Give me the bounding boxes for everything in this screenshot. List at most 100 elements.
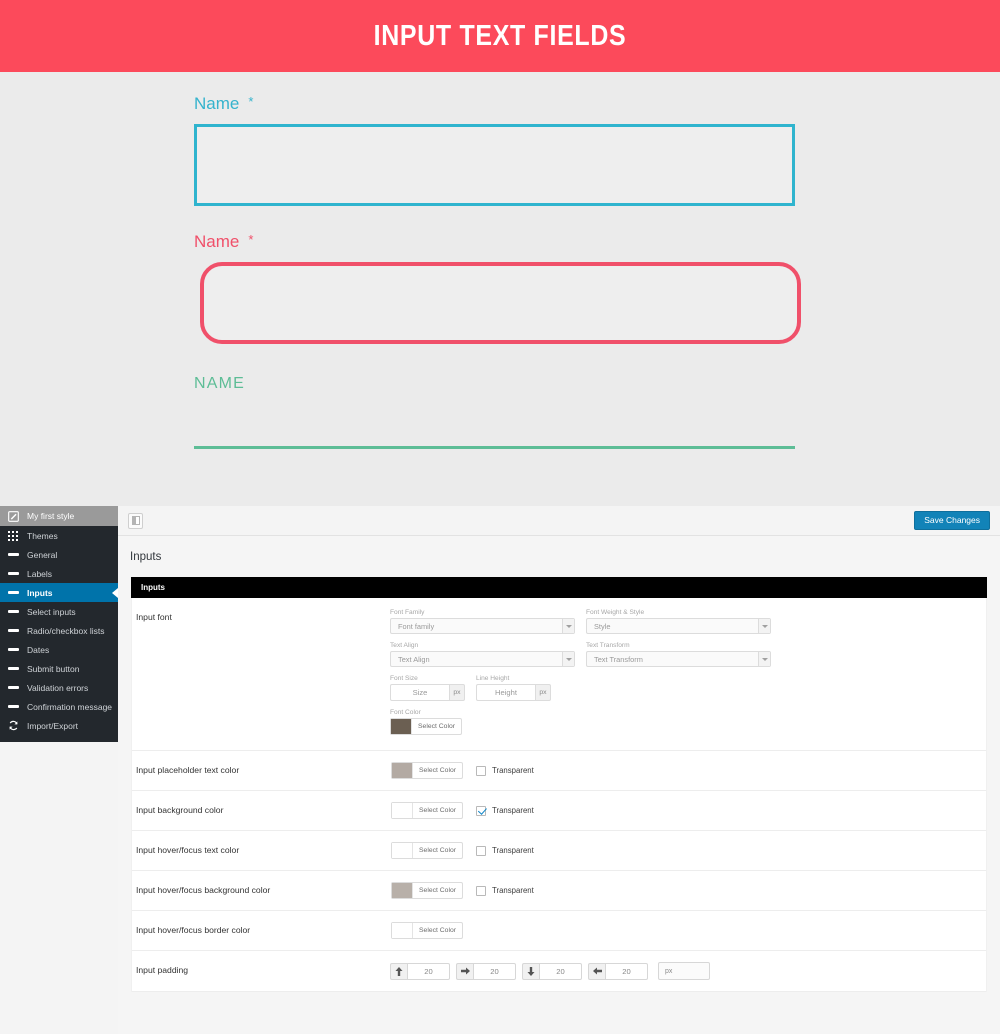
arrow-down-icon <box>522 962 539 980</box>
name-input-cyan[interactable] <box>194 124 795 206</box>
setting-row-input-font: Input font Font Family Font family Text … <box>132 598 986 751</box>
select-color-label: Select Color <box>411 719 461 734</box>
transparent-checkbox[interactable] <box>476 845 487 856</box>
color-swatch <box>392 843 412 858</box>
sidebar-item-themes[interactable]: Themes <box>0 526 118 545</box>
padding-top-input[interactable]: 20 <box>407 962 450 980</box>
sidebar-item-select-inputs[interactable]: Select inputs <box>0 602 118 621</box>
font-family-select[interactable]: Font family <box>390 618 575 634</box>
color-picker-button[interactable]: Select Color <box>391 802 464 819</box>
line-height-input[interactable]: Height <box>476 684 536 701</box>
color-picker-button[interactable]: Select Color <box>391 922 464 939</box>
font-size-input[interactable]: Size <box>390 684 450 701</box>
admin-panel: My first style Themes General Labels Inp… <box>0 506 1000 1034</box>
dash-icon <box>6 548 20 562</box>
sidebar-item-import-export[interactable]: Import/Export <box>0 716 118 735</box>
setting-label: Input background color <box>136 805 224 815</box>
setting-label: Input hover/focus text color <box>136 845 240 855</box>
admin-content: Save Changes Inputs Inputs Input font Fo… <box>118 506 1000 1034</box>
panel-toggle-glyph <box>131 516 140 525</box>
setting-row-input-padding: Input padding 20 20 20 20 px <box>132 951 986 992</box>
transparent-label: Transparent <box>492 846 534 855</box>
setting-control-group: Select Color Transparent <box>390 842 986 859</box>
sidebar-item-label: Submit button <box>27 663 80 674</box>
name-input-green[interactable] <box>194 403 795 449</box>
text-transform-select[interactable]: Text Transform <box>586 651 771 667</box>
save-changes-button[interactable]: Save Changes <box>914 511 990 530</box>
setting-row-placeholder-text-color: Input placeholder text color Select Colo… <box>132 751 986 791</box>
setting-row-background-color: Input background color Select Color Tran… <box>132 791 986 831</box>
setting-control-group: Font Family Font family Text Align Text … <box>390 609 986 739</box>
sidebar-item-radio-checkbox-lists[interactable]: Radio/checkbox lists <box>0 621 118 640</box>
font-weight-value: Style <box>594 621 611 631</box>
dash-icon <box>6 643 20 657</box>
page-heading: Inputs <box>130 551 162 563</box>
color-picker-button[interactable]: Select Color <box>391 842 464 859</box>
field-group-name-green: NAME <box>180 353 808 459</box>
setting-control-group: Select Color Transparent <box>390 802 986 819</box>
padding-right-input[interactable]: 20 <box>473 962 516 980</box>
padding-right-group: 20 <box>456 962 516 980</box>
line-height-label: Line Height <box>476 675 510 682</box>
sidebar-item-label: Import/Export <box>27 720 79 731</box>
padding-unit-select[interactable]: px <box>658 962 710 980</box>
pencil-square-icon <box>6 509 20 523</box>
sidebar-item-label: Radio/checkbox lists <box>27 625 105 636</box>
dash-icon <box>6 586 20 600</box>
color-picker-button[interactable]: Select Color <box>391 882 464 899</box>
padding-left-input[interactable]: 20 <box>605 962 648 980</box>
setting-label: Input hover/focus background color <box>136 885 271 895</box>
sidebar-item-general[interactable]: General <box>0 545 118 564</box>
sidebar-item-label: Dates <box>27 644 50 655</box>
setting-control-group: Select Color Transparent <box>390 882 986 899</box>
text-transform-label: Text Transform <box>586 642 630 649</box>
text-transform-value: Text Transform <box>594 654 643 664</box>
padding-top-group: 20 <box>390 962 450 980</box>
grid-icon <box>6 529 20 543</box>
name-input-red[interactable] <box>200 262 801 344</box>
select-color-label: Select Color <box>412 843 462 858</box>
setting-label: Input padding <box>136 965 189 975</box>
page-title-banner: INPUT TEXT FIELDS <box>373 19 627 52</box>
font-weight-label: Font Weight & Style <box>586 609 645 616</box>
font-size-label: Font Size <box>390 675 418 682</box>
transparent-toggle[interactable]: Transparent <box>476 765 534 776</box>
sidebar-item-confirmation-message[interactable]: Confirmation message <box>0 697 118 716</box>
text-align-select[interactable]: Text Align <box>390 651 575 667</box>
sidebar-item-validation-errors[interactable]: Validation errors <box>0 678 118 697</box>
sidebar-item-labels[interactable]: Labels <box>0 564 118 583</box>
font-color-label: Font Color <box>390 709 421 716</box>
field-label-cyan: Name * <box>194 94 253 114</box>
dash-icon <box>6 605 20 619</box>
arrow-right-icon <box>456 962 473 980</box>
padding-bottom-input[interactable]: 20 <box>539 962 582 980</box>
sidebar-header-label: My first style <box>27 511 75 521</box>
setting-label: Input font <box>136 612 172 622</box>
font-weight-select[interactable]: Style <box>586 618 771 634</box>
font-family-value: Font family <box>398 621 435 631</box>
select-color-label: Select Color <box>412 923 462 938</box>
sidebar-item-inputs[interactable]: Inputs <box>0 583 118 602</box>
color-picker-button[interactable]: Select Color <box>391 762 464 779</box>
font-color-picker[interactable]: Select Color <box>390 718 463 735</box>
transparent-checkbox[interactable] <box>476 805 487 816</box>
text-align-label: Text Align <box>390 642 419 649</box>
transparent-toggle[interactable]: Transparent <box>476 805 534 816</box>
field-label-red: Name * <box>194 232 253 252</box>
panel-toggle-icon[interactable] <box>128 512 143 529</box>
setting-row-hover-text-color: Input hover/focus text color Select Colo… <box>132 831 986 871</box>
sidebar-item-label: Confirmation message <box>27 701 113 712</box>
sidebar-item-submit-button[interactable]: Submit button <box>0 659 118 678</box>
select-color-label: Select Color <box>412 883 462 898</box>
transparent-checkbox[interactable] <box>476 765 487 776</box>
line-height-unit: px <box>536 684 551 701</box>
field-group-name-red: Name * <box>180 210 808 354</box>
sidebar-header[interactable]: My first style <box>0 506 118 526</box>
sidebar-item-dates[interactable]: Dates <box>0 640 118 659</box>
transparent-checkbox[interactable] <box>476 885 487 896</box>
transparent-toggle[interactable]: Transparent <box>476 885 534 896</box>
sidebar-item-label: Inputs <box>27 587 53 598</box>
transparent-toggle[interactable]: Transparent <box>476 845 534 856</box>
tab-inputs[interactable]: Inputs <box>141 583 165 592</box>
setting-control-group: 20 20 20 20 px <box>390 962 986 980</box>
